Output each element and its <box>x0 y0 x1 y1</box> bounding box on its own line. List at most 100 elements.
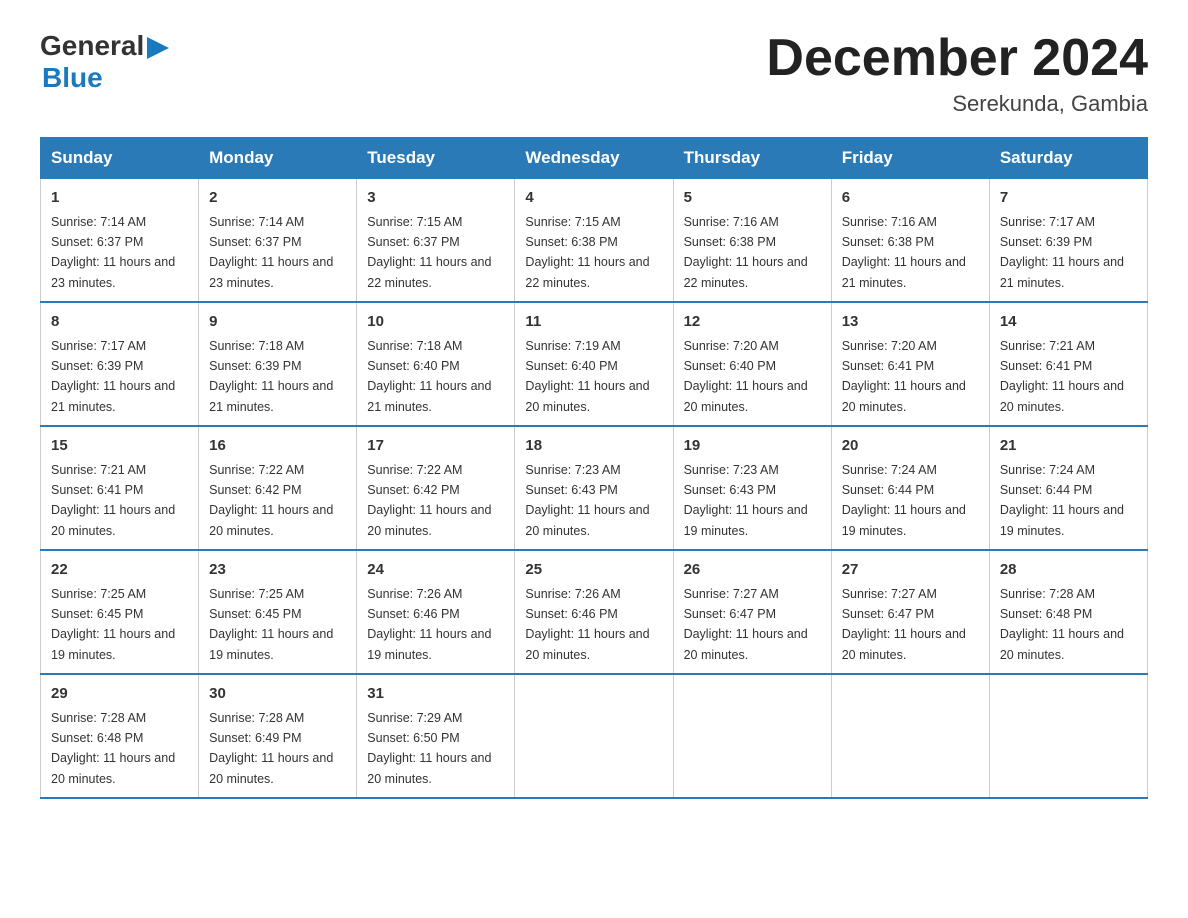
calendar-cell <box>831 674 989 798</box>
calendar-cell: 12 Sunrise: 7:20 AMSunset: 6:40 PMDayligh… <box>673 302 831 426</box>
day-info: Sunrise: 7:27 AMSunset: 6:47 PMDaylight:… <box>842 587 966 662</box>
header-wednesday: Wednesday <box>515 138 673 179</box>
week-row-4: 29 Sunrise: 7:28 AMSunset: 6:48 PMDayligh… <box>41 674 1148 798</box>
day-number: 14 <box>1000 311 1137 334</box>
logo-text-blue: Blue <box>42 62 169 94</box>
day-number: 4 <box>525 187 662 210</box>
calendar-cell: 17 Sunrise: 7:22 AMSunset: 6:42 PMDayligh… <box>357 426 515 550</box>
calendar-cell: 25 Sunrise: 7:26 AMSunset: 6:46 PMDayligh… <box>515 550 673 674</box>
day-number: 25 <box>525 559 662 582</box>
calendar-cell: 31Sunrise: 7:29 AMSunset: 6:50 PMDayligh… <box>357 674 515 798</box>
title-section: December 2024 Serekunda, Gambia <box>766 30 1148 117</box>
header-monday: Monday <box>199 138 357 179</box>
day-info: Sunrise: 7:21 AMSunset: 6:41 PMDaylight:… <box>1000 339 1124 414</box>
calendar-cell: 7 Sunrise: 7:17 AMSunset: 6:39 PMDaylight… <box>989 179 1147 303</box>
day-info: Sunrise: 7:25 AMSunset: 6:45 PMDaylight:… <box>209 587 333 662</box>
day-info: Sunrise: 7:18 AMSunset: 6:39 PMDaylight:… <box>209 339 333 414</box>
calendar-cell: 13Sunrise: 7:20 AMSunset: 6:41 PMDayligh… <box>831 302 989 426</box>
week-row-3: 22 Sunrise: 7:25 AMSunset: 6:45 PMDayligh… <box>41 550 1148 674</box>
calendar-cell: 1 Sunrise: 7:14 AMSunset: 6:37 PMDaylight… <box>41 179 199 303</box>
calendar-cell: 28Sunrise: 7:28 AMSunset: 6:48 PMDayligh… <box>989 550 1147 674</box>
day-info: Sunrise: 7:28 AMSunset: 6:49 PMDaylight:… <box>209 711 333 786</box>
day-number: 21 <box>1000 435 1137 458</box>
calendar-header-row: SundayMondayTuesdayWednesdayThursdayFrid… <box>41 138 1148 179</box>
day-info: Sunrise: 7:20 AMSunset: 6:41 PMDaylight:… <box>842 339 966 414</box>
calendar-cell: 3 Sunrise: 7:15 AMSunset: 6:37 PMDaylight… <box>357 179 515 303</box>
day-info: Sunrise: 7:23 AMSunset: 6:43 PMDaylight:… <box>684 463 808 538</box>
calendar-cell: 8 Sunrise: 7:17 AMSunset: 6:39 PMDaylight… <box>41 302 199 426</box>
logo-arrow-icon <box>147 37 169 59</box>
day-number: 26 <box>684 559 821 582</box>
day-info: Sunrise: 7:26 AMSunset: 6:46 PMDaylight:… <box>367 587 491 662</box>
day-info: Sunrise: 7:28 AMSunset: 6:48 PMDaylight:… <box>51 711 175 786</box>
day-info: Sunrise: 7:15 AMSunset: 6:37 PMDaylight:… <box>367 215 491 290</box>
calendar-cell: 11 Sunrise: 7:19 AMSunset: 6:40 PMDayligh… <box>515 302 673 426</box>
day-number: 3 <box>367 187 504 210</box>
day-info: Sunrise: 7:25 AMSunset: 6:45 PMDaylight:… <box>51 587 175 662</box>
day-info: Sunrise: 7:15 AMSunset: 6:38 PMDaylight:… <box>525 215 649 290</box>
day-number: 5 <box>684 187 821 210</box>
calendar-cell: 19 Sunrise: 7:23 AMSunset: 6:43 PMDayligh… <box>673 426 831 550</box>
header-sunday: Sunday <box>41 138 199 179</box>
day-info: Sunrise: 7:14 AMSunset: 6:37 PMDaylight:… <box>209 215 333 290</box>
day-number: 22 <box>51 559 188 582</box>
day-number: 1 <box>51 187 188 210</box>
calendar-cell: 21 Sunrise: 7:24 AMSunset: 6:44 PMDayligh… <box>989 426 1147 550</box>
day-number: 28 <box>1000 559 1137 582</box>
day-info: Sunrise: 7:20 AMSunset: 6:40 PMDaylight:… <box>684 339 808 414</box>
calendar-cell <box>515 674 673 798</box>
calendar-cell: 24 Sunrise: 7:26 AMSunset: 6:46 PMDayligh… <box>357 550 515 674</box>
day-info: Sunrise: 7:29 AMSunset: 6:50 PMDaylight:… <box>367 711 491 786</box>
day-number: 29 <box>51 683 188 706</box>
day-info: Sunrise: 7:22 AMSunset: 6:42 PMDaylight:… <box>209 463 333 538</box>
calendar-cell: 27 Sunrise: 7:27 AMSunset: 6:47 PMDayligh… <box>831 550 989 674</box>
day-info: Sunrise: 7:17 AMSunset: 6:39 PMDaylight:… <box>1000 215 1124 290</box>
day-info: Sunrise: 7:19 AMSunset: 6:40 PMDaylight:… <box>525 339 649 414</box>
day-info: Sunrise: 7:24 AMSunset: 6:44 PMDaylight:… <box>1000 463 1124 538</box>
calendar-cell: 6Sunrise: 7:16 AMSunset: 6:38 PMDaylight… <box>831 179 989 303</box>
day-info: Sunrise: 7:16 AMSunset: 6:38 PMDaylight:… <box>842 215 966 290</box>
day-number: 24 <box>367 559 504 582</box>
day-number: 10 <box>367 311 504 334</box>
header-saturday: Saturday <box>989 138 1147 179</box>
calendar-cell: 2Sunrise: 7:14 AMSunset: 6:37 PMDaylight… <box>199 179 357 303</box>
day-info: Sunrise: 7:14 AMSunset: 6:37 PMDaylight:… <box>51 215 175 290</box>
calendar-cell: 22 Sunrise: 7:25 AMSunset: 6:45 PMDayligh… <box>41 550 199 674</box>
day-number: 16 <box>209 435 346 458</box>
logo-text-general: General <box>40 30 144 62</box>
calendar-cell: 10Sunrise: 7:18 AMSunset: 6:40 PMDayligh… <box>357 302 515 426</box>
calendar-cell: 20Sunrise: 7:24 AMSunset: 6:44 PMDayligh… <box>831 426 989 550</box>
day-number: 20 <box>842 435 979 458</box>
day-info: Sunrise: 7:22 AMSunset: 6:42 PMDaylight:… <box>367 463 491 538</box>
day-number: 30 <box>209 683 346 706</box>
day-info: Sunrise: 7:26 AMSunset: 6:46 PMDaylight:… <box>525 587 649 662</box>
calendar-cell: 16 Sunrise: 7:22 AMSunset: 6:42 PMDayligh… <box>199 426 357 550</box>
day-number: 23 <box>209 559 346 582</box>
calendar-cell: 30 Sunrise: 7:28 AMSunset: 6:49 PMDayligh… <box>199 674 357 798</box>
day-number: 17 <box>367 435 504 458</box>
day-number: 7 <box>1000 187 1137 210</box>
calendar-subtitle: Serekunda, Gambia <box>766 91 1148 117</box>
day-info: Sunrise: 7:21 AMSunset: 6:41 PMDaylight:… <box>51 463 175 538</box>
day-number: 12 <box>684 311 821 334</box>
calendar-cell: 14 Sunrise: 7:21 AMSunset: 6:41 PMDayligh… <box>989 302 1147 426</box>
day-number: 27 <box>842 559 979 582</box>
day-number: 18 <box>525 435 662 458</box>
week-row-1: 8 Sunrise: 7:17 AMSunset: 6:39 PMDaylight… <box>41 302 1148 426</box>
calendar-cell <box>673 674 831 798</box>
week-row-2: 15 Sunrise: 7:21 AMSunset: 6:41 PMDayligh… <box>41 426 1148 550</box>
day-number: 19 <box>684 435 821 458</box>
logo: General Blue <box>40 30 169 94</box>
day-info: Sunrise: 7:17 AMSunset: 6:39 PMDaylight:… <box>51 339 175 414</box>
day-number: 15 <box>51 435 188 458</box>
calendar-cell: 23 Sunrise: 7:25 AMSunset: 6:45 PMDayligh… <box>199 550 357 674</box>
day-number: 11 <box>525 311 662 334</box>
calendar-cell: 29 Sunrise: 7:28 AMSunset: 6:48 PMDayligh… <box>41 674 199 798</box>
page-header: General Blue December 2024 Serekunda, Ga… <box>40 30 1148 117</box>
calendar-cell: 26Sunrise: 7:27 AMSunset: 6:47 PMDayligh… <box>673 550 831 674</box>
day-number: 8 <box>51 311 188 334</box>
week-row-0: 1 Sunrise: 7:14 AMSunset: 6:37 PMDaylight… <box>41 179 1148 303</box>
calendar-cell: 9Sunrise: 7:18 AMSunset: 6:39 PMDaylight… <box>199 302 357 426</box>
header-friday: Friday <box>831 138 989 179</box>
day-info: Sunrise: 7:16 AMSunset: 6:38 PMDaylight:… <box>684 215 808 290</box>
